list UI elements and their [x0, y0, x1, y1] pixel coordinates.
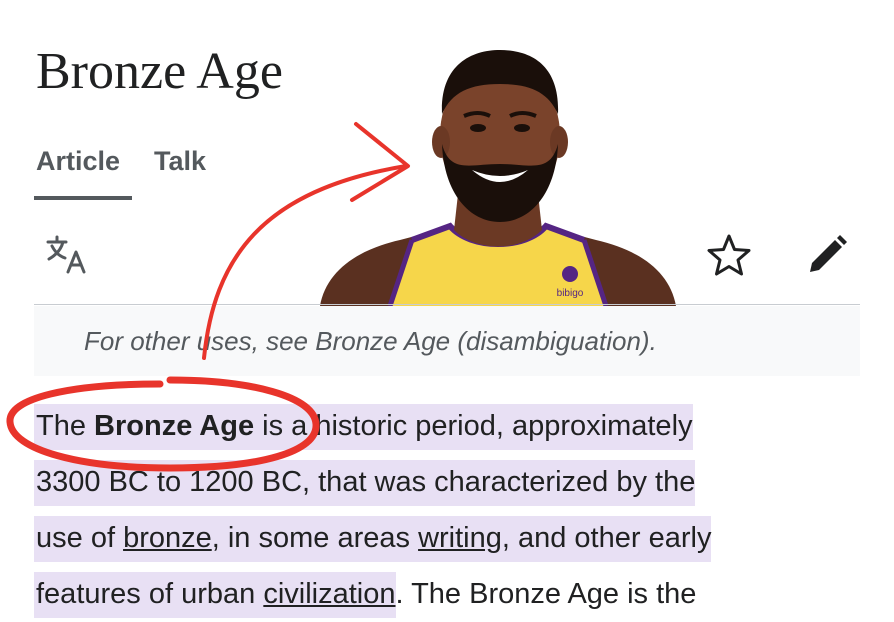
- intro-line-2: 3300 BC to 1200 BC, that was characteriz…: [34, 454, 874, 510]
- intro-line-3: use of bronze, in some areas writing, an…: [34, 510, 874, 566]
- hatnote-suffix: .: [649, 326, 657, 356]
- intro-text: , in some areas: [211, 522, 419, 554]
- portrait-image: bibigo: [320, 44, 676, 307]
- intro-text: , and other early: [501, 522, 712, 554]
- intro-text: . The Bronze Age is the: [395, 578, 697, 610]
- toolbar-divider: [34, 304, 860, 305]
- active-tab-indicator: [34, 196, 132, 200]
- page-tabs: Article Talk: [36, 146, 206, 185]
- intro-text: is a historic period, approximately: [254, 410, 693, 442]
- civilization-link[interactable]: civilization: [263, 578, 395, 610]
- intro-text: 3300 BC to 1200 BC, that was characteriz…: [36, 466, 696, 498]
- intro-text: use of: [36, 522, 124, 554]
- intro-paragraph: The Bronze Age is a historic period, app…: [34, 398, 874, 622]
- intro-line-1: The Bronze Age is a historic period, app…: [34, 398, 874, 454]
- intro-line-4: features of urban civilization. The Bron…: [34, 566, 874, 622]
- hatnote: For other uses, see Bronze Age (disambig…: [84, 326, 657, 357]
- bronze-link[interactable]: bronze: [123, 522, 212, 554]
- article-subject-bold: Bronze Age: [94, 410, 255, 442]
- writing-link[interactable]: writing: [418, 522, 502, 554]
- disambiguation-link[interactable]: Bronze Age (disambiguation): [315, 326, 649, 356]
- jersey-logo-text: bibigo: [557, 288, 584, 299]
- tab-talk[interactable]: Talk: [154, 146, 206, 185]
- star-icon[interactable]: [706, 232, 752, 278]
- page-title: Bronze Age: [36, 43, 283, 100]
- hatnote-prefix: For other uses, see: [84, 326, 316, 356]
- tab-article[interactable]: Article: [36, 146, 120, 185]
- pencil-icon[interactable]: [804, 232, 850, 278]
- intro-text: The: [36, 410, 95, 442]
- intro-text: features of urban: [36, 578, 264, 610]
- translate-icon[interactable]: [44, 232, 90, 278]
